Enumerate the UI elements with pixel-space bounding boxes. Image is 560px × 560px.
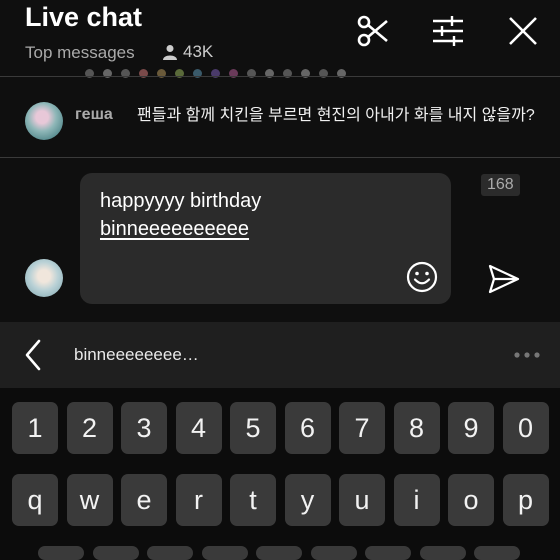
key-2[interactable]: 2 [66,402,113,454]
key-4[interactable]: 4 [175,402,222,454]
key-7[interactable]: 7 [339,402,385,454]
key-e[interactable]: e [121,474,167,526]
key-5[interactable]: 5 [230,402,276,454]
message-text-container: 팬들과 함께 치킨을 부르면 현진의 아내가 화를 내지 않을까? [75,104,545,127]
key-r[interactable]: r [175,474,222,526]
key-partial[interactable] [92,546,139,560]
author-avatar[interactable] [25,102,63,140]
key-partial[interactable] [201,546,248,560]
key-u[interactable]: u [339,474,385,526]
user-avatar [25,259,63,297]
viewer-count-value: 43K [183,42,214,61]
key-partial[interactable] [474,546,520,560]
more-options-icon[interactable] [513,351,541,359]
viewer-count: 43K [162,42,213,62]
message-text: 팬들과 함께 치킨을 부르면 현진의 아내가 화를 내지 않을까? [137,107,535,124]
key-i[interactable]: i [393,474,440,526]
keyboard: 1234567890 qwertyuiop [0,388,560,560]
key-q[interactable]: q [12,474,58,526]
chat-mode-selector[interactable]: Top messages [25,43,135,63]
divider [0,76,560,77]
key-partial[interactable] [310,546,357,560]
divider [0,157,560,158]
close-icon[interactable] [505,13,541,49]
suggested-word[interactable]: binneeeeeeee… [74,345,199,365]
chat-input-text-line1[interactable]: happyyyy birthday [100,190,261,213]
tune-icon[interactable] [430,13,466,49]
key-1[interactable]: 1 [12,402,58,454]
key-partial[interactable] [419,546,466,560]
key-9[interactable]: 9 [448,402,494,454]
key-p[interactable]: p [502,474,549,526]
key-w[interactable]: w [66,474,113,526]
chat-title: Live chat [25,2,143,32]
key-y[interactable]: y [284,474,331,526]
send-icon[interactable] [487,262,521,296]
key-t[interactable]: t [230,474,276,526]
key-partial[interactable] [365,546,411,560]
key-o[interactable]: o [448,474,494,526]
key-3[interactable]: 3 [121,402,167,454]
key-6[interactable]: 6 [284,402,331,454]
chevron-left-icon[interactable] [22,338,44,372]
scissors-icon[interactable] [355,13,391,49]
emoji-icon[interactable] [406,261,438,293]
person-icon [163,45,177,60]
key-partial[interactable] [147,546,193,560]
key-partial[interactable] [256,546,302,560]
key-partial[interactable] [38,546,84,560]
key-8[interactable]: 8 [393,402,440,454]
character-count: 168 [481,174,520,196]
key-0[interactable]: 0 [502,402,549,454]
chat-input-text-line2[interactable]: binneeeeeeeeee [100,218,249,241]
